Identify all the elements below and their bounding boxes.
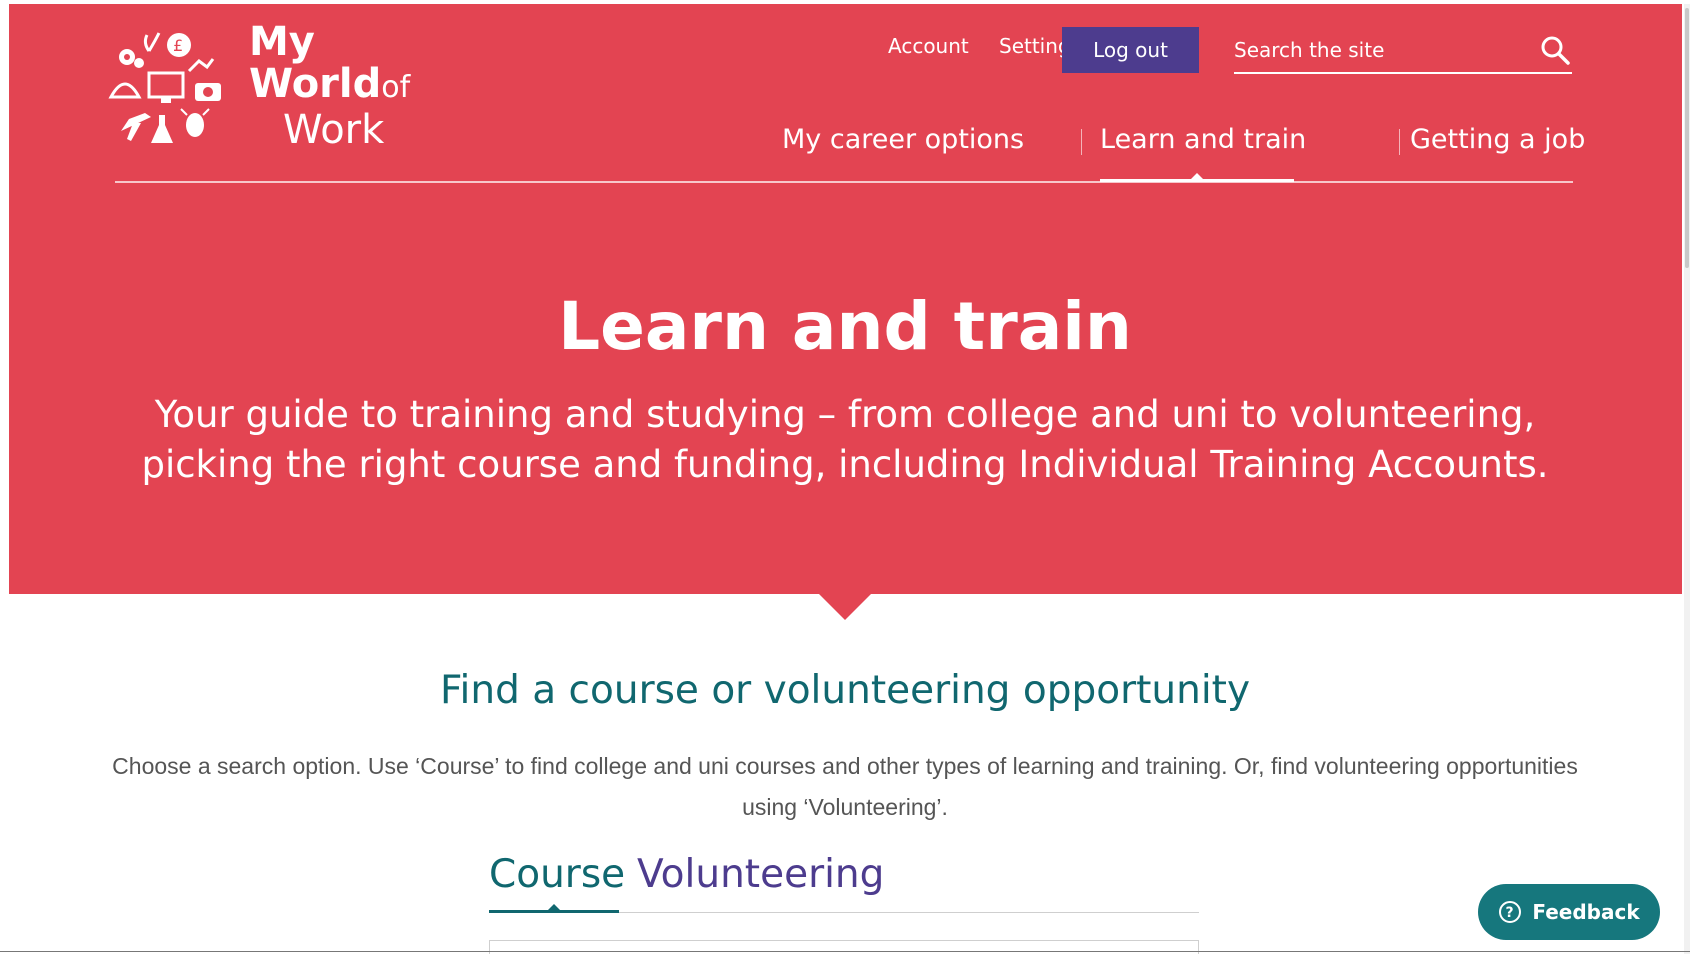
nav-getting-a-job[interactable]: Getting a job	[1410, 124, 1585, 155]
feedback-button[interactable]: ? Feedback	[1478, 884, 1660, 940]
main-nav-rule	[115, 181, 1573, 183]
nav-learn-and-train[interactable]: Learn and train	[1100, 124, 1306, 155]
nav-divider	[1399, 129, 1400, 155]
svg-text:£: £	[173, 36, 183, 55]
search-icon[interactable]	[1540, 35, 1570, 65]
hero-notch	[819, 594, 871, 620]
logo-of: of	[381, 70, 411, 105]
feedback-label: Feedback	[1532, 900, 1640, 924]
nav-divider	[1081, 129, 1082, 155]
career-icons-logo-icon: £	[108, 32, 221, 143]
tab-course[interactable]: Course	[489, 852, 625, 897]
help-circle-icon: ?	[1499, 901, 1522, 923]
viewport-bottom-rule	[0, 951, 1690, 952]
search-input[interactable]	[1234, 30, 1524, 70]
logo-wordmark: My Worldof Work	[249, 21, 410, 151]
section-title: Find a course or volunteering opportunit…	[439, 668, 1251, 713]
section-description: Choose a search option. Use ‘Course’ to …	[112, 753, 1578, 820]
site-logo[interactable]: £ My Worldof Work	[107, 21, 427, 151]
hero-subtitle: Your guide to training and studying – fr…	[141, 393, 1549, 486]
nav-my-career-options[interactable]: My career options	[782, 124, 1024, 155]
svg-text:?: ?	[1506, 905, 1514, 921]
tab-active-caret	[548, 904, 560, 910]
logout-button[interactable]: Log out	[1062, 27, 1199, 73]
account-link[interactable]: Account	[888, 34, 969, 58]
tab-volunteering[interactable]: Volunteering	[637, 852, 884, 897]
logo-line-world: World	[249, 61, 382, 107]
tab-active-indicator	[489, 910, 619, 913]
logo-line-work: Work	[283, 107, 385, 153]
scrollbar-thumb[interactable]	[1685, 8, 1689, 268]
nav-active-caret	[1190, 173, 1204, 180]
site-search	[1234, 30, 1572, 74]
page-title: Learn and train	[558, 288, 1132, 365]
scrollbar[interactable]	[1684, 4, 1690, 954]
logo-line-my: My	[249, 19, 315, 65]
